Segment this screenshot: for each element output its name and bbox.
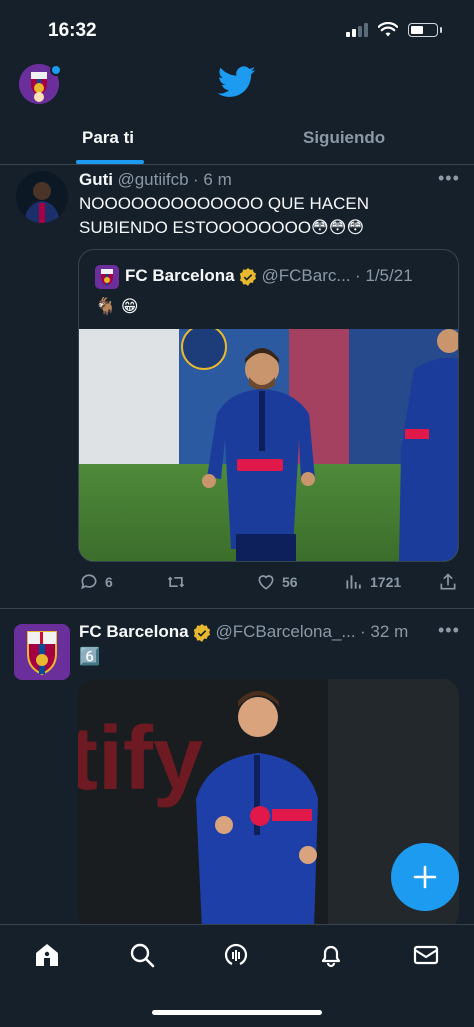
quoted-author-name: FC Barcelona xyxy=(125,266,235,285)
notification-dot xyxy=(50,64,62,76)
fcb-crest-icon xyxy=(95,265,119,289)
tweet-timestamp: · 6 m xyxy=(193,170,232,189)
reply-button[interactable]: 6 xyxy=(79,572,113,592)
status-time: 16:32 xyxy=(48,20,97,41)
like-button[interactable]: 56 xyxy=(256,572,298,592)
compose-tweet-button[interactable] xyxy=(391,843,459,911)
quoted-header: FC Barcelona @FCBarc... · 1/5/21 xyxy=(125,266,413,286)
header-divider xyxy=(0,164,474,165)
twitter-bird-icon[interactable] xyxy=(218,66,256,98)
plus-icon xyxy=(413,865,437,889)
quoted-tweet[interactable]: FC Barcelona @FCBarc... · 1/5/21 🐐 😁 xyxy=(78,249,459,562)
svg-text:tify: tify xyxy=(78,709,203,809)
fcb-crest-icon xyxy=(14,624,70,680)
views-icon xyxy=(346,575,361,589)
quoted-author-avatar xyxy=(95,265,119,289)
tweet-author-name[interactable]: FC Barcelona xyxy=(79,622,189,641)
retweet-icon xyxy=(167,576,185,588)
spaces-icon[interactable] xyxy=(223,942,249,968)
bell-icon[interactable] xyxy=(318,942,344,968)
tweet-more-icon[interactable]: ••• xyxy=(438,168,460,189)
tweet-author-handle[interactable]: @gutiifcb xyxy=(117,170,188,189)
mail-icon[interactable] xyxy=(413,942,439,968)
tweet-author-avatar[interactable] xyxy=(16,171,68,223)
tab-for-you[interactable]: Para ti xyxy=(82,128,134,148)
home-indicator[interactable] xyxy=(152,1010,322,1015)
tweet-author-name[interactable]: Guti xyxy=(79,170,113,189)
like-count: 56 xyxy=(282,574,298,590)
retweet-button[interactable] xyxy=(165,572,193,592)
search-icon[interactable] xyxy=(129,942,155,968)
views-button[interactable]: 1721 xyxy=(344,572,401,592)
status-icons xyxy=(346,22,442,37)
quoted-media-image[interactable] xyxy=(79,324,458,561)
training-photo xyxy=(79,324,458,561)
quoted-author-handle: @FCBarc... xyxy=(261,266,351,285)
tweet-timestamp: · 32 m xyxy=(360,622,409,641)
tweet-divider xyxy=(0,608,474,609)
verified-badge-icon xyxy=(193,623,211,642)
tweet-author-handle[interactable]: @FCBarcelona_... xyxy=(216,622,356,641)
view-count: 1721 xyxy=(370,574,402,590)
tweet-text: 6️⃣ xyxy=(79,647,101,666)
home-icon[interactable] xyxy=(34,942,60,968)
reply-count: 6 xyxy=(105,574,113,590)
tweet-text-line: NOOOOOOOOOOOOO QUE HACEN xyxy=(79,194,369,213)
tab-following[interactable]: Siguiendo xyxy=(303,128,385,148)
cellular-signal-icon xyxy=(346,22,368,37)
quoted-text: 🐐 😁 xyxy=(95,297,139,316)
tweet-author-avatar[interactable] xyxy=(14,624,70,680)
author-avatar-image xyxy=(16,171,68,223)
tweet-text: NOOOOOOOOOOOOO QUE HACEN SUBIENDO ESTOOO… xyxy=(79,192,459,240)
quoted-date: · 1/5/21 xyxy=(355,266,413,285)
tweet-header: FC Barcelona @FCBarcelona_... · 32 m xyxy=(79,622,408,642)
verified-badge-icon xyxy=(239,267,257,286)
share-icon xyxy=(440,573,456,590)
tweet-header: Guti @gutiifcb · 6 m xyxy=(79,170,232,190)
reply-icon xyxy=(81,574,97,590)
wifi-icon xyxy=(378,22,398,37)
tweet-text-line: SUBIENDO ESTOOOOOOOO😳😳😳 xyxy=(79,218,365,237)
share-button[interactable] xyxy=(438,572,458,592)
heart-icon xyxy=(258,575,274,590)
tweet-more-icon[interactable]: ••• xyxy=(438,620,460,641)
battery-icon xyxy=(408,22,442,37)
